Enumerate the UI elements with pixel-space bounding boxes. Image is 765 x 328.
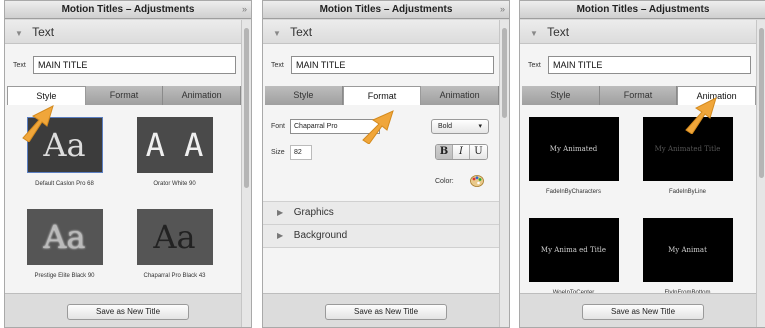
save-as-new-title-button[interactable]: Save as New Title [325, 304, 447, 320]
arrow-pointer-icon [362, 110, 394, 144]
panel-title: Motion Titles – Adjustments [576, 4, 710, 15]
arrow-pointer-icon [22, 105, 54, 142]
collapse-icon[interactable]: » [500, 1, 505, 18]
animation-preset[interactable]: My Animat FlyInFromBottom [640, 218, 735, 296]
animation-preset[interactable]: My Anima ed Title WoeInToCenter [526, 218, 621, 296]
section-text-label: Text [290, 25, 313, 39]
italic-button[interactable]: I [453, 145, 470, 159]
section-graphics-label: Graphics [293, 207, 334, 218]
section-background-label: Background [293, 230, 348, 241]
animation-preview: My Anima ed Title [528, 218, 619, 282]
panel-animation: Motion Titles – Adjustments ▼ Text Text … [519, 0, 765, 328]
bold-button[interactable]: B [436, 145, 453, 159]
scrollbar[interactable] [756, 20, 765, 327]
section-text-label: Text [547, 25, 570, 39]
chevron-down-icon: ▾ [478, 123, 482, 130]
section-text-header[interactable]: ▼ Text [5, 20, 243, 44]
animation-caption: FadeInByLine [668, 189, 707, 195]
tab-style[interactable]: Style [522, 86, 600, 105]
section-background-header[interactable]: ▶ Background [263, 224, 501, 248]
style-preview: A A [136, 117, 213, 173]
text-field[interactable]: MAIN TITLE [33, 56, 236, 74]
scrollbar[interactable] [241, 20, 251, 327]
arrow-pointer-icon [685, 97, 717, 134]
disclosure-closed-icon: ▶ [277, 231, 284, 240]
size-label: Size [271, 149, 285, 156]
scrollbar[interactable] [499, 20, 509, 327]
save-as-new-title-button[interactable]: Save as New Title [582, 304, 704, 320]
section-text-header[interactable]: ▼ Text [263, 20, 501, 44]
section-graphics-header[interactable]: ▶ Graphics [263, 201, 501, 225]
style-caption: Orator White 90 [153, 181, 196, 187]
underline-button[interactable]: U [470, 145, 487, 159]
panel-title: Motion Titles – Adjustments [61, 4, 195, 15]
section-text-label: Text [32, 25, 55, 39]
collapse-icon[interactable]: » [242, 1, 247, 18]
tab-format[interactable]: Format [342, 86, 422, 105]
panel-format: Motion Titles – Adjustments » ▼ Text Tex… [262, 0, 510, 328]
footer: Save as New Title [5, 293, 243, 327]
animation-preset[interactable]: My Animated FadeInByCharacters [526, 117, 621, 195]
tab-bar: Style Format Animation [265, 86, 500, 105]
animation-preview: My Animat [642, 218, 733, 282]
disclosure-closed-icon: ▶ [277, 208, 284, 217]
footer: Save as New Title [520, 293, 758, 327]
scroll-thumb[interactable] [502, 28, 507, 118]
scroll-thumb[interactable] [244, 28, 249, 188]
panel-content: ▼ Text Text MAIN TITLE Style Format Anim… [263, 20, 501, 327]
text-label: Text [528, 62, 541, 69]
footer: Save as New Title [263, 293, 501, 327]
animation-caption: FadeInByCharacters [545, 189, 602, 195]
style-preset[interactable]: Aa Prestige Elite Black 90 [17, 209, 112, 279]
style-caption: Chaparral Pro Black 43 [143, 273, 206, 279]
style-caption: Default Caslon Pro 68 [35, 181, 94, 187]
size-field[interactable]: 82 [290, 145, 312, 160]
panel-titlebar: Motion Titles – Adjustments » [5, 1, 251, 19]
text-style-buttons: B I U [435, 144, 488, 160]
text-field[interactable]: MAIN TITLE [291, 56, 494, 74]
disclosure-open-icon: ▼ [530, 29, 538, 38]
font-label: Font [271, 123, 286, 130]
tab-format[interactable]: Format [599, 86, 678, 105]
style-caption: Prestige Elite Black 90 [34, 273, 95, 279]
style-preset[interactable]: Aa Chaparral Pro Black 43 [127, 209, 222, 279]
panel-content: ▼ Text Text MAIN TITLE Style Format Anim… [520, 20, 758, 327]
color-palette-icon[interactable] [470, 174, 484, 187]
text-field[interactable]: MAIN TITLE [548, 56, 751, 74]
tab-style[interactable]: Style [265, 86, 343, 105]
tab-animation[interactable]: Animation [421, 86, 500, 105]
scroll-thumb[interactable] [759, 28, 764, 178]
color-label: Color: [435, 178, 454, 185]
style-preview: Aa [136, 209, 213, 265]
disclosure-open-icon: ▼ [273, 29, 281, 38]
style-preset[interactable]: A A Orator White 90 [127, 117, 222, 187]
save-as-new-title-button[interactable]: Save as New Title [67, 304, 189, 320]
panel-titlebar: Motion Titles – Adjustments » [263, 1, 509, 19]
panel-titlebar: Motion Titles – Adjustments [520, 1, 765, 19]
animation-preview: My Animated [528, 117, 619, 181]
disclosure-open-icon: ▼ [15, 29, 23, 38]
font-weight-select[interactable]: Bold ▾ [431, 119, 489, 134]
text-label: Text [271, 62, 284, 69]
panel-content: ▼ Text Text MAIN TITLE Style Format Anim… [5, 20, 243, 327]
panel-style: Motion Titles – Adjustments » ▼ Text Tex… [4, 0, 252, 328]
text-label: Text [13, 62, 26, 69]
font-weight-value: Bold [438, 123, 453, 130]
style-preview: Aa [26, 209, 103, 265]
tab-format[interactable]: Format [85, 86, 164, 105]
section-text-header[interactable]: ▼ Text [520, 20, 758, 44]
tab-animation[interactable]: Animation [163, 86, 242, 105]
panel-title: Motion Titles – Adjustments [319, 4, 453, 15]
